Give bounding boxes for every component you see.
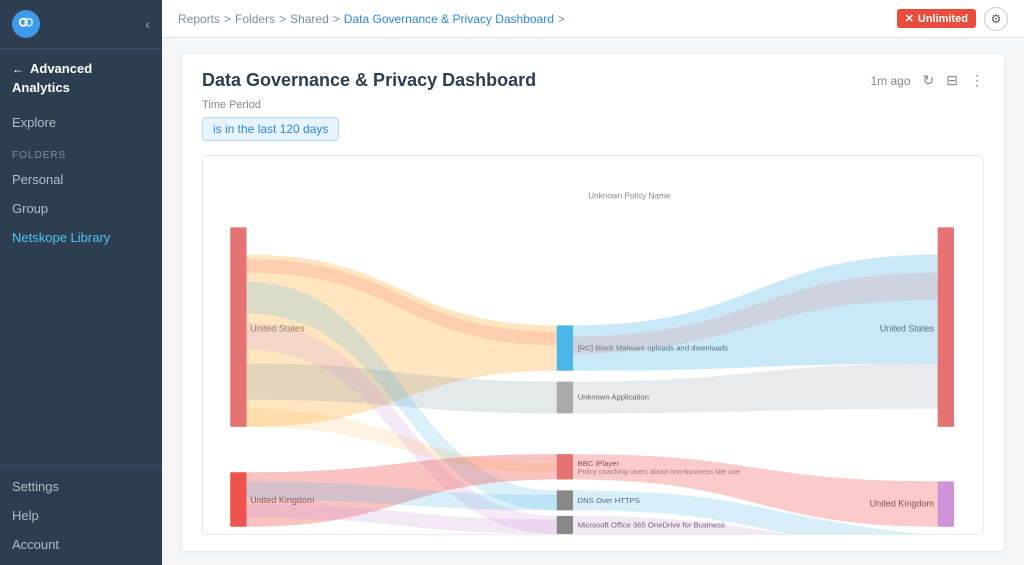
time-ago-label: 1m ago: [871, 74, 911, 88]
dashboard-header: Data Governance & Privacy Dashboard 1m a…: [202, 70, 984, 91]
back-arrow: ←: [12, 62, 24, 76]
breadcrumb-dashboard[interactable]: Data Governance & Privacy Dashboard: [344, 12, 554, 26]
sidebar-item-help[interactable]: Help: [0, 501, 162, 530]
logo-icon: [12, 10, 40, 38]
refresh-icon[interactable]: ↻: [923, 72, 935, 89]
nav-title-line2: Analytics: [0, 80, 162, 107]
breadcrumb-reports[interactable]: Reports: [178, 12, 220, 26]
dashboard-title: Data Governance & Privacy Dashboard: [202, 70, 536, 91]
filter-badge[interactable]: is in the last 120 days: [202, 117, 339, 141]
topbar-right: ✕ Unlimited ⚙: [897, 7, 1008, 31]
breadcrumb-shared[interactable]: Shared: [290, 12, 329, 26]
sidebar-item-explore[interactable]: Explore: [0, 107, 162, 138]
topbar: Reports > Folders > Shared > Data Govern…: [162, 0, 1024, 38]
chart-scroll[interactable]: Unknown Policy Name United States United…: [203, 156, 983, 534]
unlimited-badge-label: Unlimited: [918, 13, 968, 25]
sidebar-item-account[interactable]: Account: [0, 530, 162, 559]
sankey-chart: Unknown Policy Name United States United…: [202, 155, 984, 535]
breadcrumb: Reports > Folders > Shared > Data Govern…: [178, 12, 565, 26]
svg-text:Unknown Policy Name: Unknown Policy Name: [588, 191, 671, 200]
sidebar-item-personal[interactable]: Personal: [0, 165, 162, 194]
dashboard: Data Governance & Privacy Dashboard 1m a…: [162, 38, 1024, 565]
nav-title-line1: Advanced: [30, 61, 92, 76]
breadcrumb-sep2: >: [279, 12, 286, 26]
breadcrumb-sep4: >: [558, 12, 565, 26]
sidebar-item-netskope-library[interactable]: Netskope Library: [0, 223, 162, 252]
settings-gear-button[interactable]: ⚙: [984, 7, 1008, 31]
sidebar-item-group[interactable]: Group: [0, 194, 162, 223]
back-nav[interactable]: ← Advanced: [0, 49, 162, 80]
breadcrumb-folders[interactable]: Folders: [235, 12, 275, 26]
folders-section-label: FOLDERS: [0, 138, 162, 165]
sidebar-header: ‹: [0, 0, 162, 49]
dashboard-inner: Data Governance & Privacy Dashboard 1m a…: [182, 54, 1004, 551]
sidebar: ‹ ← Advanced Analytics Explore FOLDERS P…: [0, 0, 162, 565]
time-period-label: Time Period: [202, 99, 984, 111]
breadcrumb-sep3: >: [333, 12, 340, 26]
main-content: Reports > Folders > Shared > Data Govern…: [162, 0, 1024, 565]
unlimited-badge: ✕ Unlimited: [897, 9, 976, 28]
sidebar-bottom: Settings Help Account: [0, 465, 162, 565]
breadcrumb-sep1: >: [224, 12, 231, 26]
sidebar-item-settings[interactable]: Settings: [0, 472, 162, 501]
collapse-button[interactable]: ‹: [145, 16, 150, 32]
dashboard-actions: 1m ago ↻ ⊟ ⋮: [871, 72, 985, 89]
unlimited-badge-icon: ✕: [905, 12, 914, 25]
filter-icon[interactable]: ⊟: [946, 72, 958, 89]
more-options-icon[interactable]: ⋮: [970, 72, 984, 89]
